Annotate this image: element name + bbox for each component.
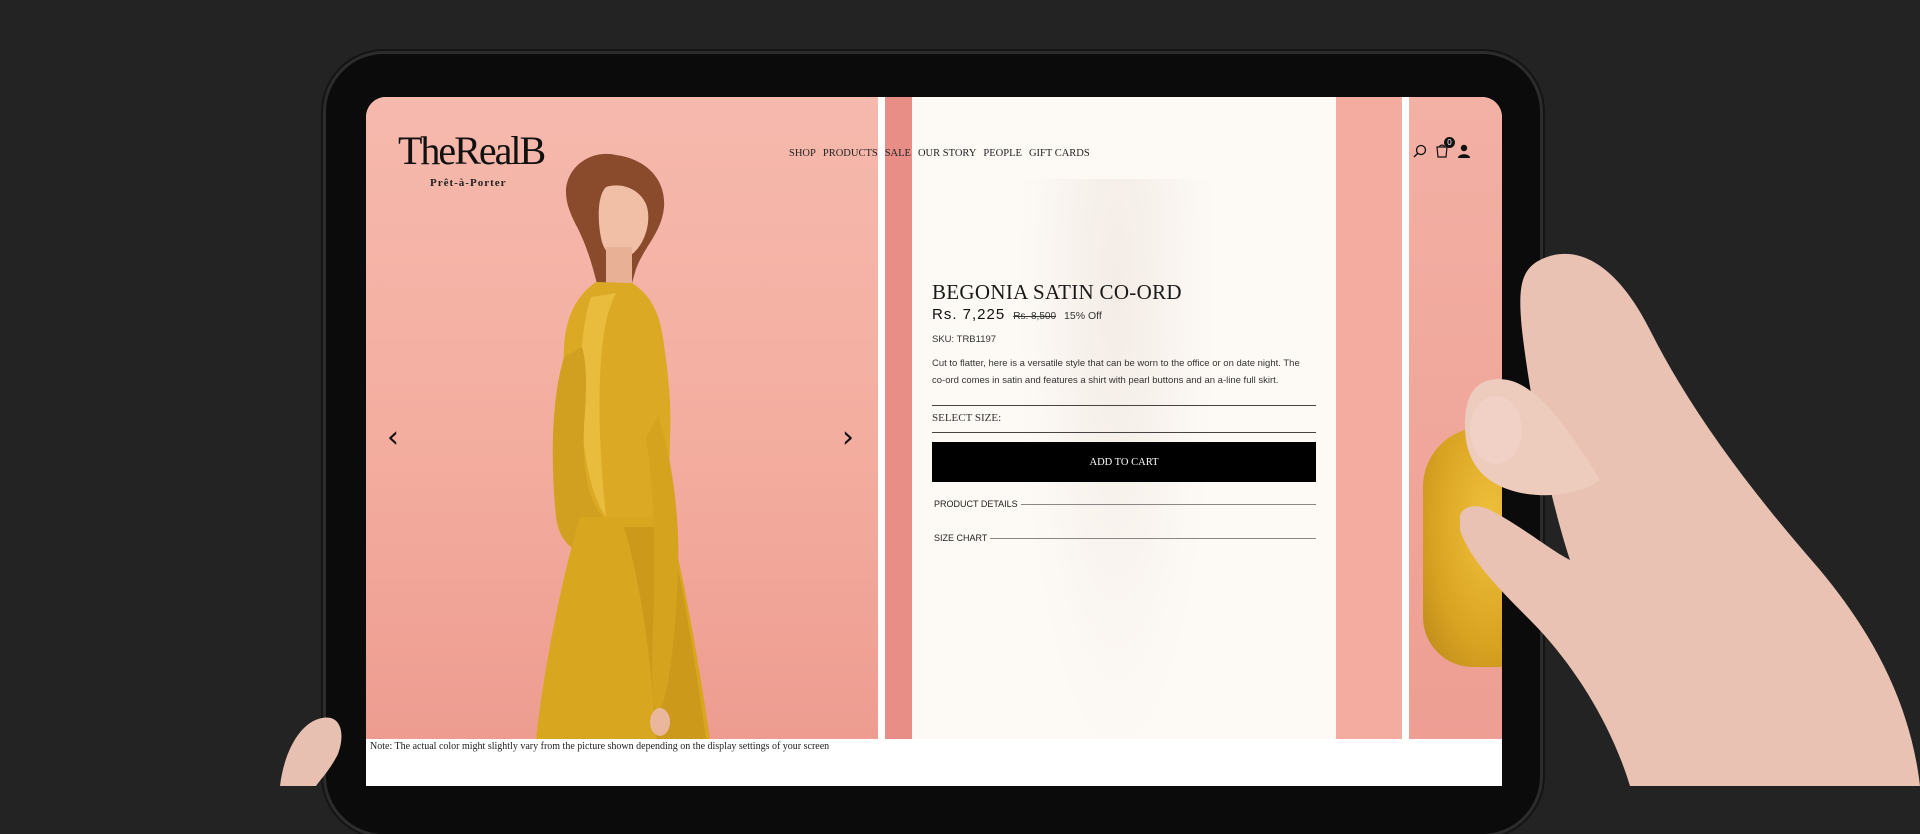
carousel-slide-divider (885, 97, 912, 739)
product-sku: SKU: TRB1197 (932, 334, 997, 345)
carousel-next-button[interactable]: › (842, 423, 854, 453)
accordion-label: PRODUCT DETAILS (934, 499, 1018, 509)
tablet-screen: TheRealB Prêt-à-Porter SHOP PRODUCTS SAL… (366, 97, 1502, 786)
accordion-size-chart[interactable]: SIZE CHART (934, 533, 1316, 543)
product-description: Cut to flatter, here is a versatile styl… (932, 358, 1300, 386)
brand-tagline: Prêt-à-Porter (430, 177, 507, 189)
user-icon[interactable] (1457, 144, 1471, 163)
divider (1020, 503, 1316, 505)
discount-label: 15% Off (1064, 310, 1102, 322)
accordion-label: SIZE CHART (934, 533, 988, 543)
right-hand (1460, 253, 1920, 786)
search-icon[interactable] (1413, 144, 1427, 163)
nav-item-our-story[interactable]: OUR STORY (918, 148, 976, 159)
sale-price: Rs. 7,225 (932, 306, 1006, 323)
left-hand (280, 717, 342, 786)
product-image-panel (366, 97, 878, 739)
product-title: BEGONIA SATIN CO-ORD (932, 280, 1182, 304)
cart-count-badge: 0 (1444, 137, 1455, 148)
chevron-right-icon: › (842, 420, 854, 455)
nav-item-people[interactable]: PEOPLE (983, 148, 1022, 159)
size-select-label: SELECT SIZE: (932, 412, 1002, 424)
tablet-side-button (321, 118, 325, 168)
carousel-next-slide-strip (1336, 97, 1402, 739)
chevron-left-icon: ‹ (387, 420, 399, 455)
size-selector[interactable]: SELECT SIZE: (932, 405, 1316, 433)
carousel-prev-button[interactable]: ‹ (387, 423, 399, 453)
nav-item-gift-cards[interactable]: GIFT CARDS (1029, 148, 1090, 159)
header-icons: 0 (1413, 137, 1471, 163)
nav-item-shop[interactable]: SHOP (789, 148, 816, 159)
add-to-cart-button[interactable]: ADD TO CART (932, 442, 1316, 482)
price-row: Rs. 7,225 Rs. 8,500 15% Off (932, 306, 1102, 323)
main-navigation: SHOP PRODUCTS SALE OUR STORY PEOPLE GIFT… (789, 148, 1090, 159)
nav-item-sale[interactable]: SALE (885, 148, 911, 159)
accordion-product-details[interactable]: PRODUCT DETAILS (934, 499, 1316, 509)
model-hand-lower (650, 708, 670, 736)
model-photo (536, 153, 710, 739)
cart-icon[interactable]: 0 (1435, 137, 1455, 163)
nav-item-products[interactable]: PRODUCTS (823, 148, 878, 159)
brand-logo[interactable]: TheRealB (398, 131, 546, 171)
model-neck (606, 247, 632, 287)
color-disclaimer-note: Note: The actual color might slightly va… (370, 741, 830, 752)
original-price: Rs. 8,500 (1013, 311, 1057, 322)
divider (990, 537, 1316, 539)
